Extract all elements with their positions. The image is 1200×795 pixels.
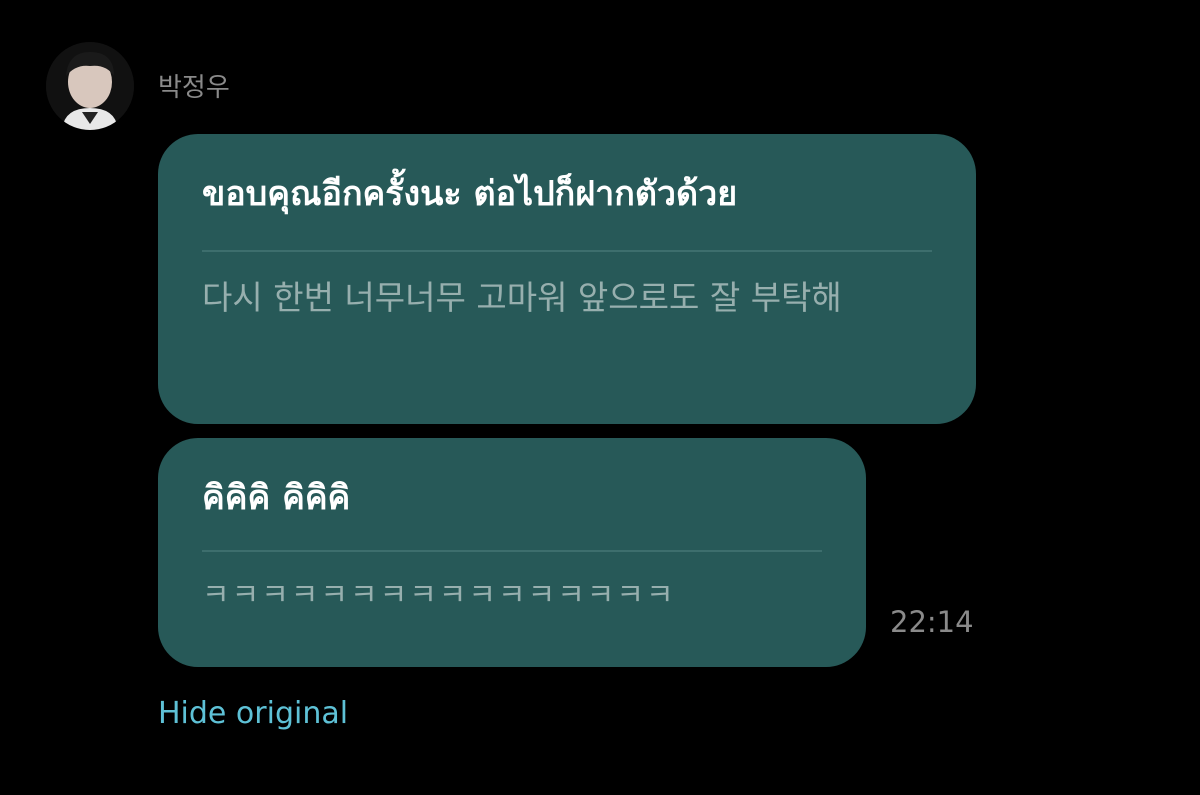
original-text: 다시 한번 너무너무 고마워 앞으로도 잘 부탁해: [202, 278, 842, 317]
divider: [202, 250, 932, 252]
translated-text: ขอบคุณอีกครั้งนะ ต่อไปก็ฝากตัวด้วย: [202, 174, 738, 214]
hide-original-link[interactable]: Hide original: [158, 694, 348, 734]
translated-text: คิคิคิ คิคิคิ: [202, 478, 351, 518]
original-text: ㅋㅋㅋㅋㅋㅋㅋㅋㅋㅋㅋㅋㅋㅋㅋㅋ: [202, 578, 676, 613]
sender-name: 박정우: [158, 73, 230, 103]
profile-photo-icon: [46, 42, 134, 130]
message-bubble[interactable]: คิคิคิ คิคิคิ ㅋㅋㅋㅋㅋㅋㅋㅋㅋㅋㅋㅋㅋㅋㅋㅋ: [158, 438, 866, 667]
divider: [202, 550, 822, 552]
message-bubble[interactable]: ขอบคุณอีกครั้งนะ ต่อไปก็ฝากตัวด้วย 다시 한번…: [158, 134, 976, 424]
message-timestamp: 22:14: [890, 605, 974, 639]
avatar[interactable]: [46, 42, 134, 130]
